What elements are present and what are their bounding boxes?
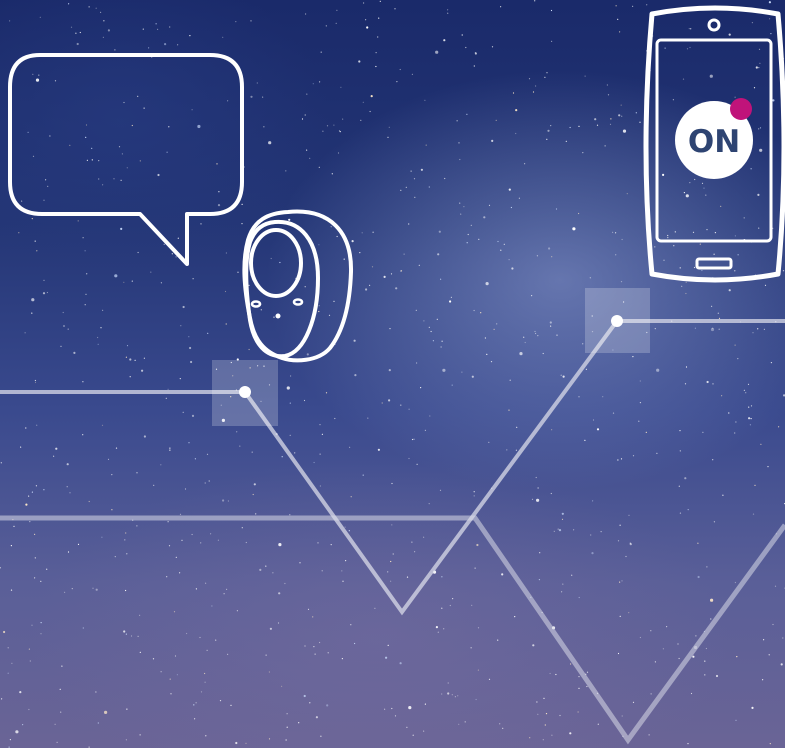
node-dot-right: [611, 315, 623, 327]
phone-home-button: [695, 257, 733, 270]
node-dot-left: [239, 386, 251, 398]
network-line-upper: [0, 319, 785, 616]
starry-sky-scene: ON: [0, 0, 785, 748]
network-line-lower: [0, 515, 785, 745]
power-on-label: ON: [688, 124, 740, 160]
speech-bubble-icon: [8, 53, 244, 266]
phone-camera: [707, 18, 721, 32]
wearable-device-icon: [242, 209, 354, 363]
graphics-layer: ON: [0, 5, 785, 745]
status-indicator-dot: [730, 98, 752, 120]
